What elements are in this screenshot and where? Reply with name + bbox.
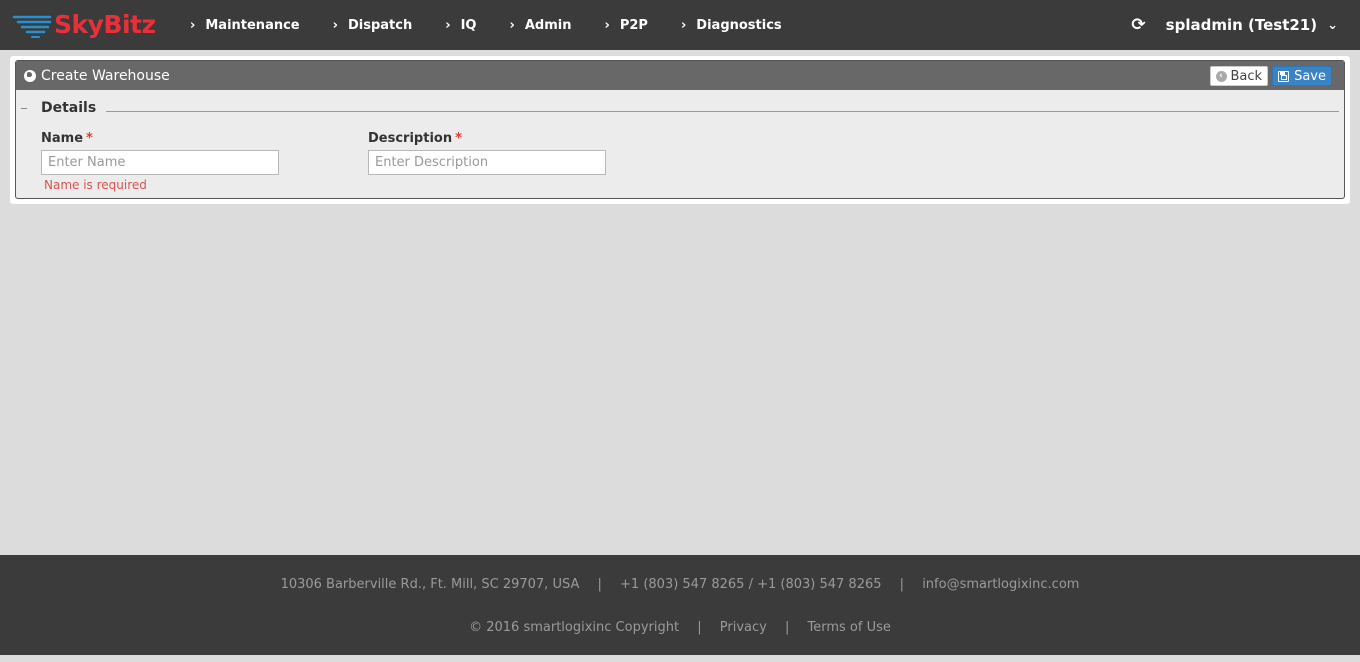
footer-phones: +1 (803) 547 8265 / +1 (803) 547 8265 (620, 577, 882, 592)
collapse-dash-icon[interactable] (21, 108, 27, 109)
header-actions: ‹ Back Save (1209, 66, 1332, 86)
chevron-right-icon: › (190, 17, 196, 33)
name-input[interactable] (41, 150, 279, 175)
privacy-link[interactable]: Privacy (720, 620, 767, 635)
logo-waves-icon (12, 15, 52, 38)
nav-item-maintenance[interactable]: › Maintenance (190, 0, 300, 50)
footer-separator: | (697, 620, 702, 635)
nav-item-p2p[interactable]: › P2P (604, 0, 647, 50)
refresh-icon[interactable]: ⟳ (1131, 15, 1145, 35)
user-menu[interactable]: spladmin (Test21) (1166, 16, 1317, 34)
chevron-down-icon[interactable]: ⌄ (1327, 18, 1338, 33)
footer: 10306 Barberville Rd., Ft. Mill, SC 2970… (0, 555, 1360, 655)
back-button[interactable]: ‹ Back (1209, 66, 1269, 86)
description-input[interactable] (368, 150, 606, 175)
terms-link[interactable]: Terms of Use (808, 620, 891, 635)
create-warehouse-panel: Create Warehouse ‹ Back Save Details Nam… (15, 60, 1345, 199)
required-mark: * (86, 131, 93, 146)
name-error-message: Name is required (44, 178, 147, 192)
nav-item-label: IQ (460, 17, 477, 33)
user-area: ⟳ spladmin (Test21) ⌄ (1131, 0, 1338, 50)
save-button[interactable]: Save (1272, 66, 1332, 86)
details-section-legend: Details (16, 98, 1344, 118)
section-legend: Details (41, 100, 97, 116)
nav-item-label: Maintenance (205, 17, 300, 33)
divider (106, 111, 1339, 112)
nav-item-diagnostics[interactable]: › Diagnostics (681, 0, 782, 50)
page-title: Create Warehouse (41, 67, 170, 84)
description-field-label: Description * (368, 131, 462, 146)
nav-item-label: Admin (524, 17, 572, 33)
required-mark: * (455, 131, 462, 146)
footer-email-link[interactable]: info@smartlogixinc.com (922, 577, 1079, 592)
skybitz-logo[interactable]: SkyBitz (12, 8, 156, 42)
floppy-disk-icon (1278, 70, 1290, 82)
save-button-label: Save (1294, 68, 1326, 84)
logo-text: SkyBitz (54, 10, 156, 39)
nav-item-admin[interactable]: › Admin (509, 0, 571, 50)
footer-copyright: © 2016 smartlogixinc Copyright (469, 620, 680, 635)
chevron-right-icon: › (509, 17, 515, 33)
footer-separator: | (597, 577, 602, 592)
nav-item-label: Dispatch (347, 17, 413, 33)
name-label-text: Name (41, 131, 84, 146)
nav-item-iq[interactable]: › IQ (445, 0, 476, 50)
footer-separator: | (784, 620, 790, 635)
nav-item-dispatch[interactable]: › Dispatch (333, 0, 413, 50)
bottom-strip (0, 655, 1360, 662)
content-card: Create Warehouse ‹ Back Save Details Nam… (10, 56, 1350, 204)
back-arrow-icon: ‹ (1215, 70, 1227, 82)
description-label-text: Description (368, 131, 453, 146)
top-navbar: SkyBitz › Maintenance › Dispatch › IQ › … (0, 0, 1360, 50)
footer-contact: 10306 Barberville Rd., Ft. Mill, SC 2970… (0, 577, 1360, 592)
panel-header: Create Warehouse ‹ Back Save (16, 61, 1344, 90)
footer-address: 10306 Barberville Rd., Ft. Mill, SC 2970… (280, 577, 580, 592)
chevron-right-icon: › (332, 17, 338, 33)
chevron-right-icon: › (604, 17, 610, 33)
footer-separator: | (899, 577, 905, 592)
footer-legal: © 2016 smartlogixinc Copyright | Privacy… (0, 620, 1360, 635)
chevron-right-icon: › (445, 17, 451, 33)
nav-item-label: P2P (619, 17, 648, 33)
nav-item-label: Diagnostics (696, 17, 782, 33)
globe-icon (24, 69, 36, 82)
chevron-right-icon: › (680, 17, 687, 33)
back-button-label: Back (1230, 68, 1263, 84)
name-field-label: Name * (41, 131, 93, 146)
main-nav: › Maintenance › Dispatch › IQ › Admin › … (190, 0, 815, 50)
